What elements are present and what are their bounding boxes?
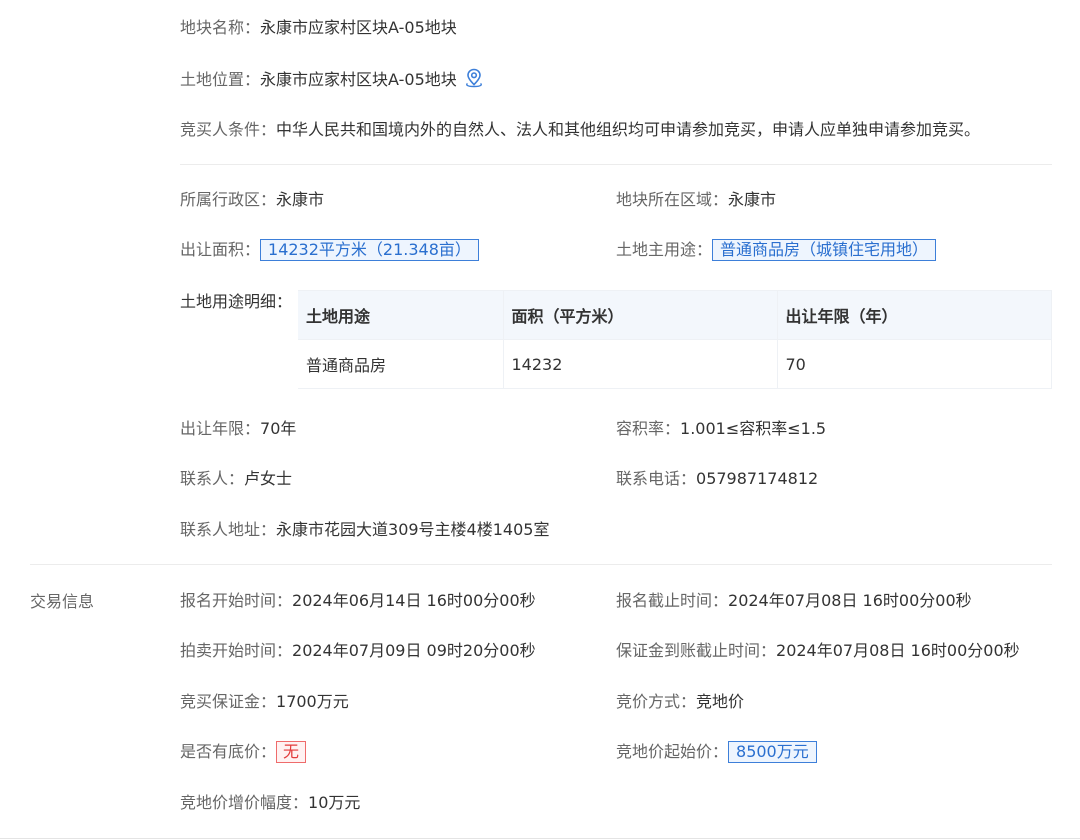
reg-end-row: 报名截止时间：2024年07月08日 16时00分00秒 — [616, 590, 972, 612]
bidder-conditions-label: 竞买人条件： — [180, 120, 277, 139]
bid-method-row: 竞价方式：竞地价 — [616, 691, 744, 713]
increment-label: 竞地价增价幅度： — [180, 793, 309, 812]
area-label: 出让面积： — [180, 240, 261, 259]
plot-name-value: 永康市应家村区块A-05地块 — [260, 18, 457, 37]
plot-name-label: 地块名称： — [180, 18, 261, 37]
start-price-tag: 8500万元 — [728, 741, 817, 763]
location-row: 土地位置：永康市应家村区块A-05地块 — [180, 68, 483, 94]
term-label: 出让年限： — [180, 419, 261, 438]
main-use-label: 土地主用途： — [616, 240, 713, 259]
auction-start-label: 拍卖开始时间： — [180, 641, 293, 660]
reg-start-row: 报名开始时间：2024年06月14日 16时00分00秒 — [180, 590, 536, 612]
table-cell: 70 — [776, 339, 1052, 389]
deposit-deadline-label: 保证金到账截止时间： — [616, 641, 777, 660]
increment-value: 10万元 — [308, 793, 361, 812]
land-use-table: 土地用途 面积（平方米） 出让年限（年） 普通商品房 14232 70 — [298, 290, 1052, 389]
auction-start-row: 拍卖开始时间：2024年07月09日 09时20分00秒 — [180, 640, 536, 662]
deposit-label: 竞买保证金： — [180, 692, 277, 711]
district-row: 所属行政区：永康市 — [180, 189, 324, 211]
table-header-cell: 土地用途 — [298, 290, 504, 340]
far-value: 1.001≤容积率≤1.5 — [680, 419, 827, 438]
contact-row: 联系人：卢女士 — [180, 468, 292, 490]
address-label: 联系人地址： — [180, 520, 277, 539]
section-divider — [30, 564, 1052, 565]
use-detail-label: 土地用途明细： — [180, 292, 293, 311]
region-value: 永康市 — [728, 190, 777, 209]
reserve-price-label: 是否有底价： — [180, 742, 277, 761]
table-header-cell: 面积（平方米） — [502, 290, 778, 340]
map-pin-icon[interactable] — [465, 68, 483, 94]
region-row: 地块所在区域：永康市 — [616, 189, 776, 211]
phone-row: 联系电话：057987174812 — [616, 468, 818, 490]
deposit-value: 1700万元 — [276, 692, 349, 711]
term-row: 出让年限：70年 — [180, 418, 296, 440]
address-row: 联系人地址：永康市花园大道309号主楼4楼1405室 — [180, 519, 549, 541]
table-row: 普通商品房 14232 70 — [298, 339, 1052, 389]
district-value: 永康市 — [276, 190, 325, 209]
area-row: 出让面积： 14232平方米（21.348亩） — [180, 239, 479, 261]
reg-end-label: 报名截止时间： — [616, 591, 729, 610]
location-value: 永康市应家村区块A-05地块 — [260, 70, 457, 89]
deposit-deadline-row: 保证金到账截止时间：2024年07月08日 16时00分00秒 — [616, 640, 1020, 662]
start-price-label: 竞地价起始价： — [616, 742, 729, 761]
reg-start-value: 2024年06月14日 16时00分00秒 — [292, 591, 536, 610]
plot-name-row: 地块名称：永康市应家村区块A-05地块 — [180, 17, 457, 39]
auction-start-value: 2024年07月09日 09时20分00秒 — [292, 641, 536, 660]
bottom-divider — [0, 838, 1080, 839]
contact-label: 联系人： — [180, 469, 245, 488]
address-value: 永康市花园大道309号主楼4楼1405室 — [276, 520, 550, 539]
area-tag: 14232平方米（21.348亩） — [260, 239, 479, 261]
deposit-row: 竞买保证金：1700万元 — [180, 691, 349, 713]
table-header-cell: 出让年限（年） — [776, 290, 1052, 340]
reg-start-label: 报名开始时间： — [180, 591, 293, 610]
deposit-deadline-value: 2024年07月08日 16时00分00秒 — [776, 641, 1020, 660]
start-price-row: 竞地价起始价： 8500万元 — [616, 741, 817, 763]
location-label: 土地位置： — [180, 70, 261, 89]
phone-label: 联系电话： — [616, 469, 697, 488]
main-use-tag: 普通商品房（城镇住宅用地） — [712, 239, 937, 261]
bid-method-value: 竞地价 — [696, 692, 745, 711]
reserve-price-badge: 无 — [276, 741, 307, 763]
bidder-conditions-row: 竞买人条件：中华人民共和国境内外的自然人、法人和其他组织均可申请参加竞买，申请人… — [180, 119, 980, 141]
bid-method-label: 竞价方式： — [616, 692, 697, 711]
table-header-row: 土地用途 面积（平方米） 出让年限（年） — [298, 290, 1052, 340]
divider — [180, 164, 1052, 165]
district-label: 所属行政区： — [180, 190, 277, 209]
far-label: 容积率： — [616, 419, 681, 438]
table-cell: 14232 — [502, 339, 778, 389]
bidder-conditions-value: 中华人民共和国境内外的自然人、法人和其他组织均可申请参加竞买，申请人应单独申请参… — [276, 120, 981, 139]
table-cell: 普通商品房 — [298, 339, 504, 389]
phone-value: 057987174812 — [696, 469, 819, 488]
increment-row: 竞地价增价幅度：10万元 — [180, 792, 360, 814]
reg-end-value: 2024年07月08日 16时00分00秒 — [728, 591, 972, 610]
term-value: 70年 — [260, 419, 297, 438]
far-row: 容积率：1.001≤容积率≤1.5 — [616, 418, 826, 440]
main-use-row: 土地主用途： 普通商品房（城镇住宅用地） — [616, 239, 937, 261]
reserve-price-row: 是否有底价：无 — [180, 741, 307, 763]
section-title-trade: 交易信息 — [30, 592, 95, 611]
region-label: 地块所在区域： — [616, 190, 729, 209]
contact-value: 卢女士 — [244, 469, 293, 488]
